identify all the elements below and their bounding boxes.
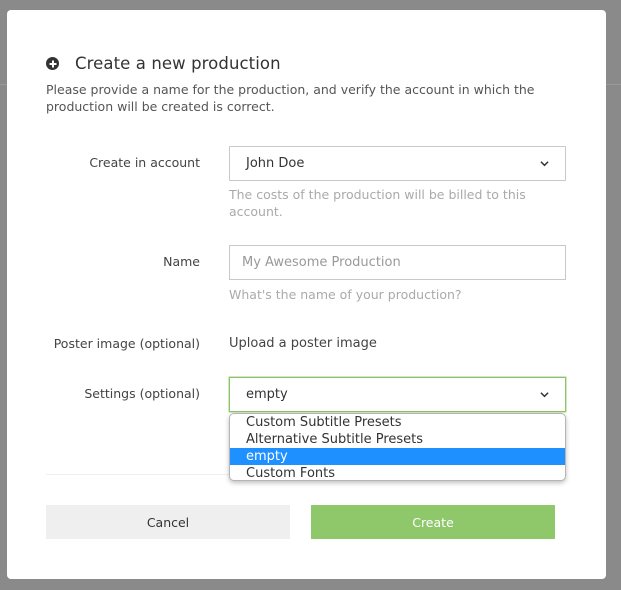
create-production-dialog: Create a new production Please provide a…	[7, 10, 606, 579]
account-select[interactable]: John Doe	[229, 146, 566, 181]
name-label: Name	[163, 254, 200, 269]
dropdown-option[interactable]: Custom Fonts	[230, 465, 565, 480]
plus-circle-icon	[46, 57, 59, 70]
settings-dropdown-list: Custom Subtitle Presets Alternative Subt…	[229, 413, 566, 481]
dropdown-option[interactable]: Custom Subtitle Presets	[230, 414, 565, 431]
account-select-value: John Doe	[246, 156, 305, 171]
dialog-intro: Please provide a name for the production…	[46, 82, 535, 114]
cancel-button[interactable]: Cancel	[46, 505, 290, 539]
account-label: Create in account	[89, 155, 200, 170]
create-button[interactable]: Create	[311, 505, 555, 539]
upload-poster-link[interactable]: Upload a poster image	[229, 336, 377, 351]
dropdown-option-selected[interactable]: empty	[230, 448, 565, 465]
dropdown-option[interactable]: Alternative Subtitle Presets	[230, 431, 565, 448]
settings-select[interactable]: empty	[229, 377, 566, 412]
settings-label: Settings (optional)	[84, 386, 200, 401]
poster-label: Poster image (optional)	[53, 336, 200, 351]
account-help: The costs of the production will be bill…	[229, 187, 526, 219]
chevron-down-icon	[540, 161, 549, 167]
name-input-placeholder: My Awesome Production	[242, 255, 401, 270]
settings-select-value: empty	[246, 387, 288, 402]
name-input[interactable]: My Awesome Production	[229, 245, 566, 280]
name-help: What's the name of your production?	[229, 287, 462, 302]
chevron-down-icon	[540, 392, 549, 398]
dialog-title: Create a new production	[75, 54, 281, 73]
dialog-header: Create a new production	[46, 54, 281, 73]
